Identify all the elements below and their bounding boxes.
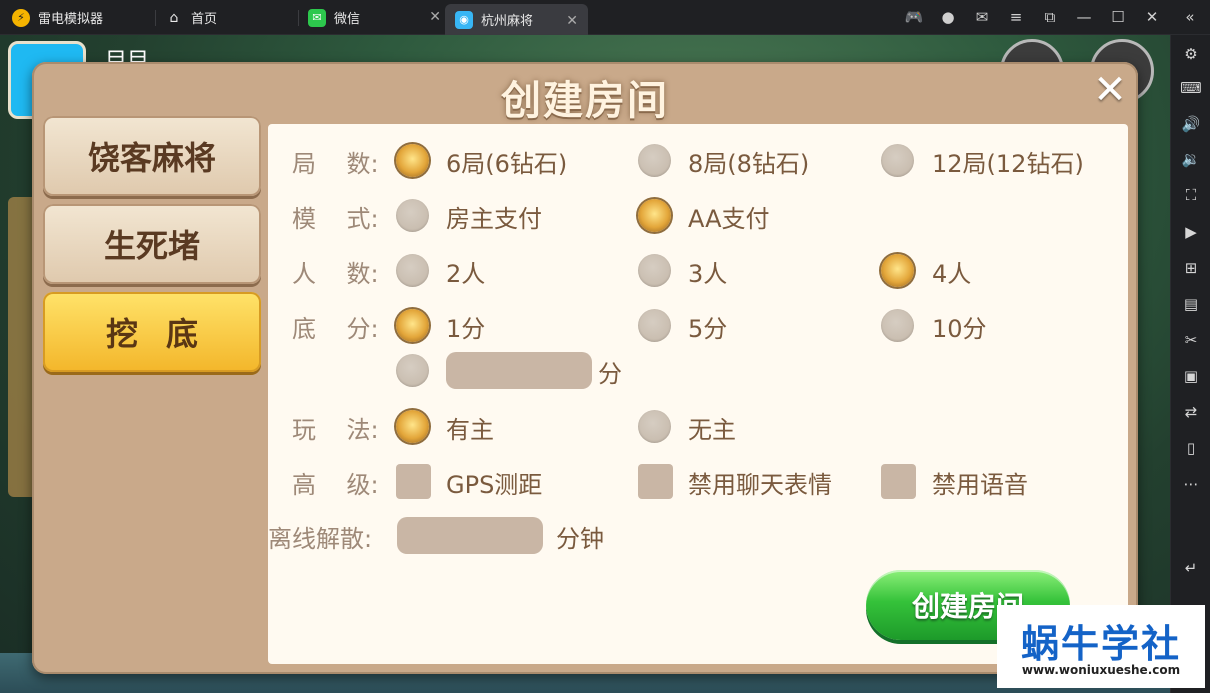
players-4-label[interactable]: 4人 <box>932 254 971 289</box>
play-with-trump-radio[interactable] <box>396 410 429 443</box>
record-icon[interactable]: ▶ <box>1180 221 1202 243</box>
offline-minutes-input[interactable] <box>397 517 543 554</box>
restore-window-icon[interactable]: ⧉ <box>1038 5 1062 29</box>
more-icon[interactable]: ⋯ <box>1180 473 1202 495</box>
tab-separator <box>298 10 299 26</box>
settings-gear-icon[interactable]: ⚙ <box>1180 43 1202 65</box>
app-name: 雷电模拟器 <box>38 12 104 27</box>
keyboard-icon[interactable]: ⌨ <box>1180 77 1202 99</box>
tab-raoke-mahjong[interactable]: 饶客麻将 <box>43 116 261 196</box>
mode-label: 模 式: <box>292 205 379 233</box>
tab-wadi[interactable]: 挖底 <box>43 292 261 372</box>
base-1-radio[interactable] <box>396 309 429 342</box>
close-window-icon[interactable]: ✕ <box>1140 5 1164 29</box>
mode-host-pay-label[interactable]: 房主支付 <box>446 199 542 234</box>
scissors-icon[interactable]: ✂ <box>1180 329 1202 351</box>
rounds-12-label[interactable]: 12局(12钻石) <box>932 144 1084 179</box>
disable-voice-label[interactable]: 禁用语音 <box>932 465 1028 500</box>
base-custom-unit: 分 <box>598 360 622 388</box>
base-score-label: 底 分: <box>292 315 379 343</box>
menu-icon[interactable]: ≡ <box>1004 5 1028 29</box>
rounds-6-label[interactable]: 6局(6钻石) <box>446 144 567 179</box>
tab-home[interactable]: ⌂ 首页 <box>165 0 217 35</box>
minimize-icon[interactable]: — <box>1072 5 1096 29</box>
players-4-radio[interactable] <box>881 254 914 287</box>
disable-chat-label[interactable]: 禁用聊天表情 <box>688 465 832 500</box>
base-custom-radio[interactable] <box>396 354 429 387</box>
base-1-label[interactable]: 1分 <box>446 309 485 344</box>
base-5-radio[interactable] <box>638 309 671 342</box>
watermark-url: www.woniuxueshe.com <box>1021 663 1181 677</box>
rounds-label: 局 数: <box>292 150 379 178</box>
tab-emulator-home[interactable]: ⚡ 雷电模拟器 <box>12 0 103 35</box>
base-10-label[interactable]: 10分 <box>932 309 987 344</box>
emulator-titlebar: ⚡ 雷电模拟器 ⌂ 首页 ✉ 微信 ✕ ◉ 杭州麻将 ✕ 🎮 ● ✉ ≡ ⧉ —… <box>0 0 1210 35</box>
watermark-text: 蜗牛学社 <box>1020 622 1181 666</box>
tab-shengsidu[interactable]: 生死堵 <box>43 204 261 284</box>
offline-dismiss-label: 离线解散: <box>268 525 373 553</box>
offline-minutes-unit: 分钟 <box>556 525 604 553</box>
account-icon[interactable]: ● <box>936 5 960 29</box>
mode-aa-pay-radio[interactable] <box>638 199 671 232</box>
add-app-icon[interactable]: ⊞ <box>1180 257 1202 279</box>
maximize-icon[interactable]: ☐ <box>1106 5 1130 29</box>
fullscreen-icon[interactable]: ⛶ <box>1180 184 1202 206</box>
watermark-logo: 蜗牛学社 www.woniuxueshe.com <box>997 605 1205 688</box>
play-no-trump-radio[interactable] <box>638 410 671 443</box>
emulator-logo-icon: ⚡ <box>12 8 30 27</box>
players-2-radio[interactable] <box>396 254 429 287</box>
rounds-8-label[interactable]: 8局(8钻石) <box>688 144 809 179</box>
create-room-dialog: 创建房间 ✕ 饶客麻将 生死堵 挖底 局 数: 6局(6钻石) 8局(8钻石) … <box>32 62 1138 674</box>
tab-separator <box>155 10 156 26</box>
base-5-label[interactable]: 5分 <box>688 309 727 344</box>
rounds-6-radio[interactable] <box>396 144 429 177</box>
rounds-8-radio[interactable] <box>638 144 671 177</box>
mode-host-pay-radio[interactable] <box>396 199 429 232</box>
tab-hangzhou-mahjong[interactable]: ◉ 杭州麻将 ✕ <box>445 4 588 35</box>
emulator-right-toolbar: ⚙ ⌨ 🔊 🔉 ⛶ ▶ ⊞ ▤ ✂ ▣ ⇄ ▯ ⋯ ↵ <box>1170 35 1210 693</box>
tab-mahjong-label: 杭州麻将 <box>481 14 534 29</box>
close-tab-icon[interactable]: ✕ <box>566 13 578 29</box>
disable-chat-checkbox[interactable] <box>638 464 673 499</box>
play-no-trump-label[interactable]: 无主 <box>688 410 736 445</box>
tab-wechat[interactable]: ✉ 微信 ✕ <box>308 0 443 35</box>
players-3-label[interactable]: 3人 <box>688 254 727 289</box>
apk-install-icon[interactable]: ▤ <box>1180 293 1202 315</box>
shake-icon[interactable]: ▯ <box>1180 437 1202 459</box>
mahjong-app-icon: ◉ <box>455 10 473 29</box>
base-custom-input[interactable] <box>446 352 592 389</box>
back-icon[interactable]: ↵ <box>1180 557 1202 579</box>
tab-wechat-label: 微信 <box>334 12 361 27</box>
gps-checkbox[interactable] <box>396 464 431 499</box>
players-3-radio[interactable] <box>638 254 671 287</box>
disable-voice-checkbox[interactable] <box>881 464 916 499</box>
play-label: 玩 法: <box>292 416 379 444</box>
sync-icon[interactable]: ⇄ <box>1180 401 1202 423</box>
players-2-label[interactable]: 2人 <box>446 254 485 289</box>
gamepad-icon[interactable]: 🎮 <box>902 5 926 29</box>
base-10-radio[interactable] <box>881 309 914 342</box>
video-icon[interactable]: ▣ <box>1180 365 1202 387</box>
tab-home-label: 首页 <box>191 12 218 27</box>
close-dialog-button[interactable]: ✕ <box>1090 70 1130 112</box>
wechat-icon: ✉ <box>308 8 326 27</box>
players-label: 人 数: <box>292 260 379 288</box>
close-tab-icon[interactable]: ✕ <box>429 9 441 25</box>
home-icon: ⌂ <box>169 9 179 26</box>
volume-down-icon[interactable]: 🔉 <box>1180 148 1202 170</box>
volume-up-icon[interactable]: 🔊 <box>1180 113 1202 135</box>
gps-label[interactable]: GPS测距 <box>446 465 542 500</box>
mail-icon[interactable]: ✉ <box>970 5 994 29</box>
play-with-trump-label[interactable]: 有主 <box>446 410 494 445</box>
advanced-label: 高 级: <box>292 471 379 499</box>
mode-aa-pay-label[interactable]: AA支付 <box>688 199 770 234</box>
rounds-12-radio[interactable] <box>881 144 914 177</box>
collapse-sidebar-icon[interactable]: « <box>1178 5 1202 29</box>
